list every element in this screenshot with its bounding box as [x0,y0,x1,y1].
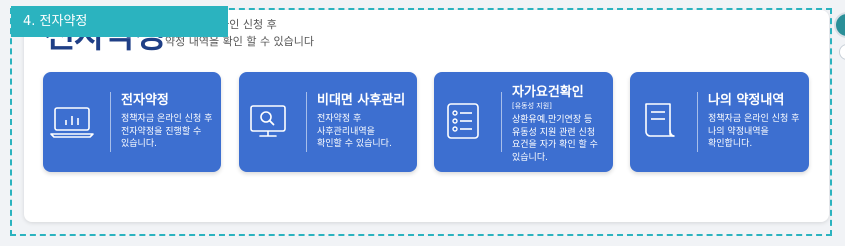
desc-line: 유동성 지원 관련 신청 [512,127,596,138]
card-title: 비대면 사후관리 [317,93,406,108]
card-divider [306,92,307,152]
monitor-search-icon [250,105,286,137]
desc-line: 나의 약정내역을 [708,126,769,137]
desc-line: 있습니다. [512,152,548,163]
card-remote-aftercare[interactable]: 비대면 사후관리 전자약정 후 사후관리내역을 확인할 수 있습니다. [239,72,417,172]
card-title: 자가요건확인 [512,85,584,100]
document-icon [645,103,675,137]
desc-line: 사후관리내역을 [317,126,375,137]
card-divider [697,92,698,152]
desc-line: 있습니다. [121,139,157,149]
card-description: 정책자금 온라인 신청 후 전자약정을 진행할 수 있습니다. [121,113,213,151]
card-title: 전자약정 [121,93,169,108]
laptop-chart-icon [50,107,94,138]
side-scroll-button[interactable] [834,12,845,38]
desc-line: 정책자금 온라인 신청 후 [121,114,213,124]
checklist-icon [447,103,479,139]
card-my-contracts[interactable]: 나의 약정내역 정책자금 온라인 신청 후 나의 약정내역을 확인합니다. [630,72,809,172]
desc-line: 확인할 수 있습니다. [317,139,392,149]
desc-line: 정책자금 온라인 신청 후 [708,114,800,124]
desc-line: 상환유예,만기연장 등 [512,115,593,125]
desc-line: 요건을 자가 확인 할 수 [512,140,598,150]
desc-line: 전자약정 후 [317,114,362,124]
card-title: 나의 약정내역 [708,93,785,108]
card-divider [110,92,111,152]
card-description: 정책자금 온라인 신청 후 나의 약정내역을 확인합니다. [708,113,801,151]
card-e-contract[interactable]: 전자약정 정책자금 온라인 신청 후 전자약정을 진행할 수 있습니다. [43,72,221,172]
section-tab-label: 4. 전자약정 [11,6,228,37]
card-self-eligibility-check[interactable]: 자가요건확인 [유동성 지원] 상환유예,만기연장 등 유동성 지원 관련 신청… [434,72,613,172]
card-description: 전자약정 후 사후관리내역을 확인할 수 있습니다. [317,113,409,151]
desc-line: 확인합니다. [708,139,753,149]
card-tag: [유동성 지원] [512,102,552,110]
card-divider [501,92,502,152]
card-description: 상환유예,만기연장 등 유동성 지원 관련 신청 요건을 자가 확인 할 수 있… [512,114,605,164]
desc-line: 전자약정을 진행할 수 [121,126,202,137]
side-knob[interactable] [839,44,845,60]
